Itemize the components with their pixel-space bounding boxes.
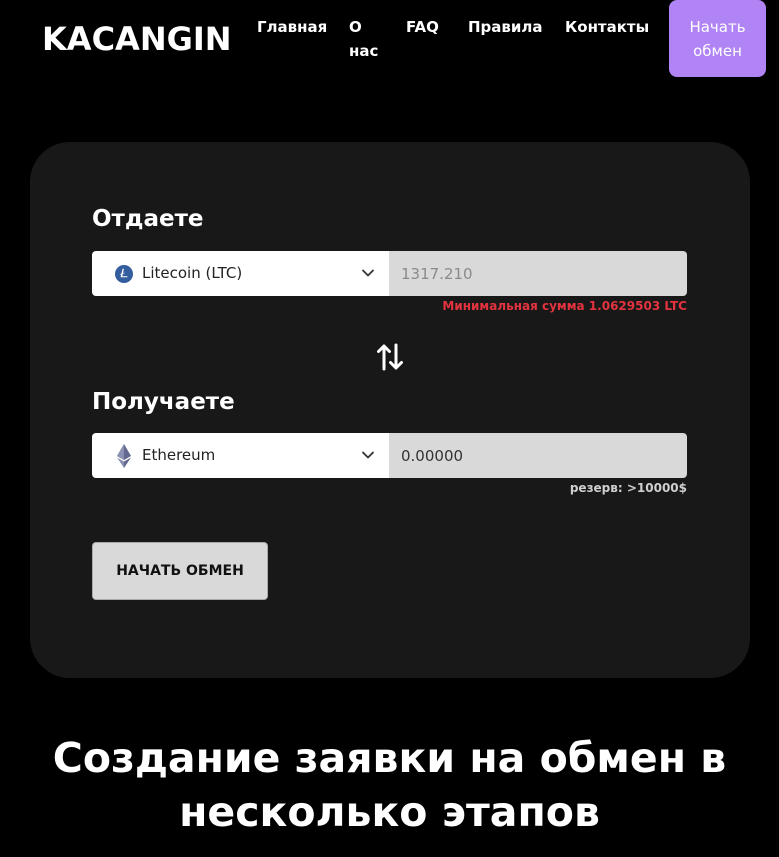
nav-link-home[interactable]: Главная <box>257 15 327 39</box>
nav-link-contacts[interactable]: Контакты <box>565 15 649 39</box>
give-amount-input[interactable] <box>389 251 687 296</box>
get-row: Ethereum <box>92 433 687 478</box>
reserve-note: резерв: >10000$ <box>569 481 687 495</box>
logo[interactable]: KACANGIN <box>42 20 232 58</box>
minimum-amount-note: Минимальная сумма 1.0629503 LTC <box>442 299 687 313</box>
give-currency-value: Litecoin (LTC) <box>142 264 243 282</box>
site-header: KACANGIN Главная О нас FAQ Правила Конта… <box>0 0 779 90</box>
nav-link-about[interactable]: О нас <box>349 15 379 63</box>
nav-link-faq[interactable]: FAQ <box>406 15 439 39</box>
nav-link-rules[interactable]: Правила <box>468 15 543 39</box>
page-headline: Создание заявки на обмен в несколько эта… <box>52 734 727 836</box>
give-row: Litecoin (LTC) <box>92 251 687 296</box>
chevron-down-icon <box>361 447 375 461</box>
litecoin-icon <box>114 264 134 284</box>
exchange-card: Отдаете Litecoin (LTC) Минимальная с <box>30 142 750 678</box>
get-label: Получаете <box>92 389 235 415</box>
start-exchange-button[interactable]: НАЧАТЬ ОБМЕН <box>92 542 268 600</box>
give-label: Отдаете <box>92 206 204 232</box>
get-currency-value: Ethereum <box>142 446 216 464</box>
start-exchange-header-label: Начать обмен <box>689 17 746 60</box>
get-amount-input[interactable] <box>389 433 687 478</box>
give-currency-select[interactable]: Litecoin (LTC) <box>92 251 389 296</box>
ethereum-icon <box>114 444 134 468</box>
page: KACANGIN Главная О нас FAQ Правила Конта… <box>0 0 779 857</box>
swap-arrows-icon[interactable] <box>375 340 405 374</box>
get-currency-select[interactable]: Ethereum <box>92 433 389 478</box>
start-exchange-header-button[interactable]: Начать обмен <box>669 0 766 77</box>
chevron-down-icon <box>361 265 375 279</box>
